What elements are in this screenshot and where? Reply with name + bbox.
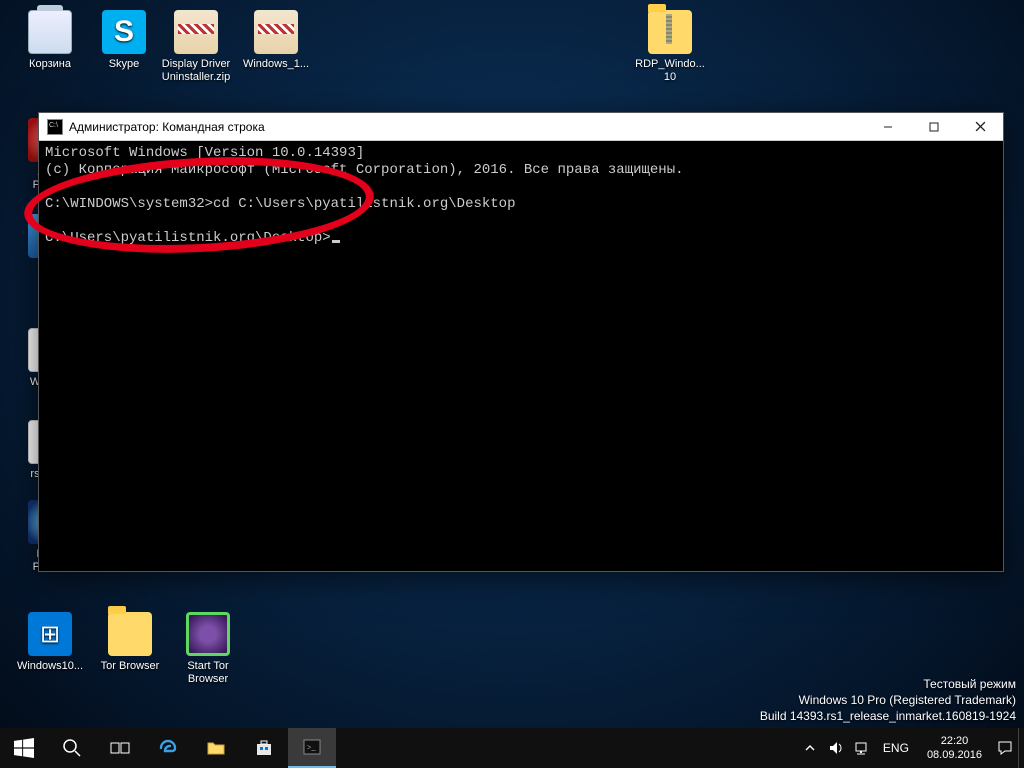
- svg-text:>_: >_: [307, 743, 317, 752]
- show-desktop-peek[interactable]: [1018, 728, 1024, 768]
- icon-label: Start Tor Browser: [172, 660, 244, 686]
- watermark-line: Тестовый режим: [760, 676, 1016, 692]
- close-button[interactable]: [957, 113, 1003, 141]
- system-tray: ENG 22:20 08.09.2016: [797, 728, 1024, 768]
- store-icon: [254, 738, 274, 758]
- desktop-icon-ddu-zip[interactable]: Display Driver Uninstaller.zip: [160, 10, 232, 84]
- recycle-bin-icon: [28, 10, 72, 54]
- activation-watermark: Тестовый режим Windows 10 Pro (Registere…: [760, 676, 1016, 724]
- chevron-up-icon: [804, 742, 816, 754]
- desktop-icon-windows1-zip[interactable]: Windows_1...: [240, 10, 312, 71]
- search-icon: [62, 738, 82, 758]
- terminal-output[interactable]: Microsoft Windows [Version 10.0.14393] (…: [39, 141, 1003, 571]
- cmd-line: C:\WINDOWS\system32>cd C:\Users\pyatilis…: [45, 196, 515, 212]
- cmd-icon: >_: [302, 737, 322, 757]
- folder-icon: [648, 10, 692, 54]
- search-button[interactable]: [48, 728, 96, 768]
- start-button[interactable]: [0, 728, 48, 768]
- cmd-line: Microsoft Windows [Version 10.0.14393]: [45, 145, 364, 161]
- icon-label: RDP_Windo...10: [634, 58, 706, 84]
- desktop-icon-skype[interactable]: S Skype: [88, 10, 160, 71]
- tray-language[interactable]: ENG: [875, 741, 917, 755]
- network-icon: [854, 740, 870, 756]
- icon-label: Корзина: [14, 58, 86, 71]
- tray-action-center[interactable]: [992, 728, 1018, 768]
- clock-date: 08.09.2016: [927, 748, 982, 762]
- skype-icon: S: [102, 10, 146, 54]
- task-view-button[interactable]: [96, 728, 144, 768]
- desktop-icon-recycle-bin[interactable]: Корзина: [14, 10, 86, 71]
- edge-icon: [158, 738, 178, 758]
- cmd-prompt: C:\Users\pyatilistnik.org\Desktop>: [45, 230, 331, 246]
- cmd-window[interactable]: Администратор: Командная строка Microsof…: [38, 112, 1004, 572]
- windows-logo-icon: [14, 738, 34, 758]
- windows-icon: ⊞: [28, 612, 72, 656]
- maximize-button[interactable]: [911, 113, 957, 141]
- taskbar-cmd[interactable]: >_: [288, 728, 336, 768]
- notification-icon: [997, 740, 1013, 756]
- icon-label: Tor Browser: [94, 660, 166, 673]
- tray-network[interactable]: [849, 728, 875, 768]
- watermark-line: Windows 10 Pro (Registered Trademark): [760, 692, 1016, 708]
- winrar-icon: [254, 10, 298, 54]
- desktop-icon-windows10[interactable]: ⊞ Windows10...: [14, 612, 86, 673]
- cmd-line: (c) Корпорация Майкрософт (Microsoft Cor…: [45, 162, 684, 178]
- watermark-line: Build 14393.rs1_release_inmarket.160819-…: [760, 708, 1016, 724]
- taskbar: >_ ENG 22:20 08.09.2016: [0, 728, 1024, 768]
- tray-volume[interactable]: [823, 728, 849, 768]
- taskbar-edge[interactable]: [144, 728, 192, 768]
- icon-label: Windows_1...: [240, 58, 312, 71]
- taskbar-file-explorer[interactable]: [192, 728, 240, 768]
- icon-label: Windows10...: [14, 660, 86, 673]
- task-view-icon: [110, 738, 130, 758]
- cmd-icon: [47, 119, 63, 135]
- clock-time: 22:20: [927, 734, 982, 748]
- desktop-icon-rdp-folder[interactable]: RDP_Windo...10: [634, 10, 706, 84]
- desktop-icon-start-tor[interactable]: Start Tor Browser: [172, 612, 244, 686]
- titlebar[interactable]: Администратор: Командная строка: [39, 113, 1003, 141]
- folder-icon: [108, 612, 152, 656]
- folder-icon: [206, 738, 226, 758]
- icon-label: Display Driver Uninstaller.zip: [160, 58, 232, 84]
- volume-icon: [828, 740, 844, 756]
- taskbar-store[interactable]: [240, 728, 288, 768]
- tray-clock[interactable]: 22:20 08.09.2016: [917, 734, 992, 762]
- window-title: Администратор: Командная строка: [69, 120, 865, 134]
- desktop-icon-tor-folder[interactable]: Tor Browser: [94, 612, 166, 673]
- minimize-button[interactable]: [865, 113, 911, 141]
- cursor: [332, 240, 340, 243]
- winrar-icon: [174, 10, 218, 54]
- tray-chevron-up[interactable]: [797, 728, 823, 768]
- tor-icon: [186, 612, 230, 656]
- icon-label: Skype: [88, 58, 160, 71]
